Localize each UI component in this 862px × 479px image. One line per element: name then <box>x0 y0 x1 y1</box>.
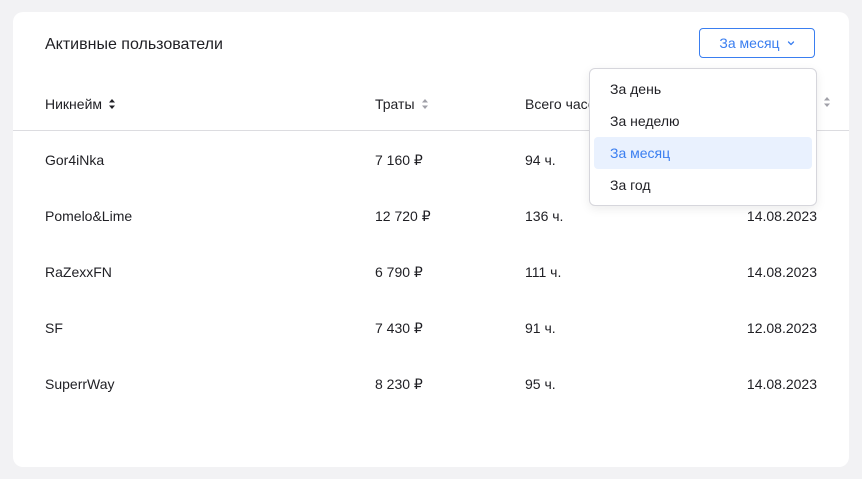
cell-nickname: Gor4iNka <box>45 152 105 168</box>
cell-date: 14.08.2023 <box>746 376 817 392</box>
widget-title: Активные пользователи <box>45 36 223 53</box>
cell-date: 14.08.2023 <box>746 264 817 280</box>
dropdown-option-month[interactable]: За месяц <box>594 137 812 169</box>
table-row[interactable]: SF 7 430 ₽ 91 ч. 12.08.2023 <box>13 300 849 356</box>
period-dropdown-menu: За день За неделю За месяц За год <box>589 68 817 206</box>
cell-hours: 94 ч. <box>525 152 556 168</box>
sort-icon <box>824 97 830 107</box>
cell-date: 12.08.2023 <box>746 320 817 336</box>
cell-spending: 7 430 ₽ <box>375 320 423 336</box>
cell-spending: 7 160 ₽ <box>375 152 423 168</box>
sort-icon <box>109 99 116 109</box>
column-header-nickname-label: Никнейм <box>45 96 103 112</box>
cell-spending: 8 230 ₽ <box>375 376 423 392</box>
cell-spending: 6 790 ₽ <box>375 264 423 280</box>
cell-hours: 91 ч. <box>525 320 556 336</box>
cell-date: 14.08.2023 <box>746 208 817 224</box>
cell-spending: 12 720 ₽ <box>375 208 431 224</box>
cell-hours: 136 ч. <box>525 208 564 224</box>
cell-hours: 95 ч. <box>525 376 556 392</box>
dropdown-option-year[interactable]: За год <box>594 169 812 201</box>
table-row[interactable]: SuperrWay 8 230 ₽ 95 ч. 14.08.2023 <box>13 356 849 412</box>
cell-hours: 111 ч. <box>525 264 562 280</box>
column-header-spending[interactable]: Траты <box>375 96 429 112</box>
column-header-date[interactable] <box>823 96 831 108</box>
cell-nickname: Pomelo&Lime <box>45 208 133 224</box>
column-header-spending-label: Траты <box>375 96 415 112</box>
chevron-down-icon <box>787 41 794 46</box>
dropdown-option-day[interactable]: За день <box>594 73 812 105</box>
cell-nickname: SuperrWay <box>45 376 115 392</box>
period-select-button[interactable]: За месяц <box>699 28 815 58</box>
dropdown-option-week[interactable]: За неделю <box>594 105 812 137</box>
cell-nickname: SF <box>45 320 63 336</box>
column-header-nickname[interactable]: Никнейм <box>45 96 116 112</box>
table-row[interactable]: RaZexxFN 6 790 ₽ 111 ч. 14.08.2023 <box>13 244 849 300</box>
period-select-label: За месяц <box>719 35 780 51</box>
sort-icon <box>421 99 428 109</box>
cell-nickname: RaZexxFN <box>45 264 112 280</box>
